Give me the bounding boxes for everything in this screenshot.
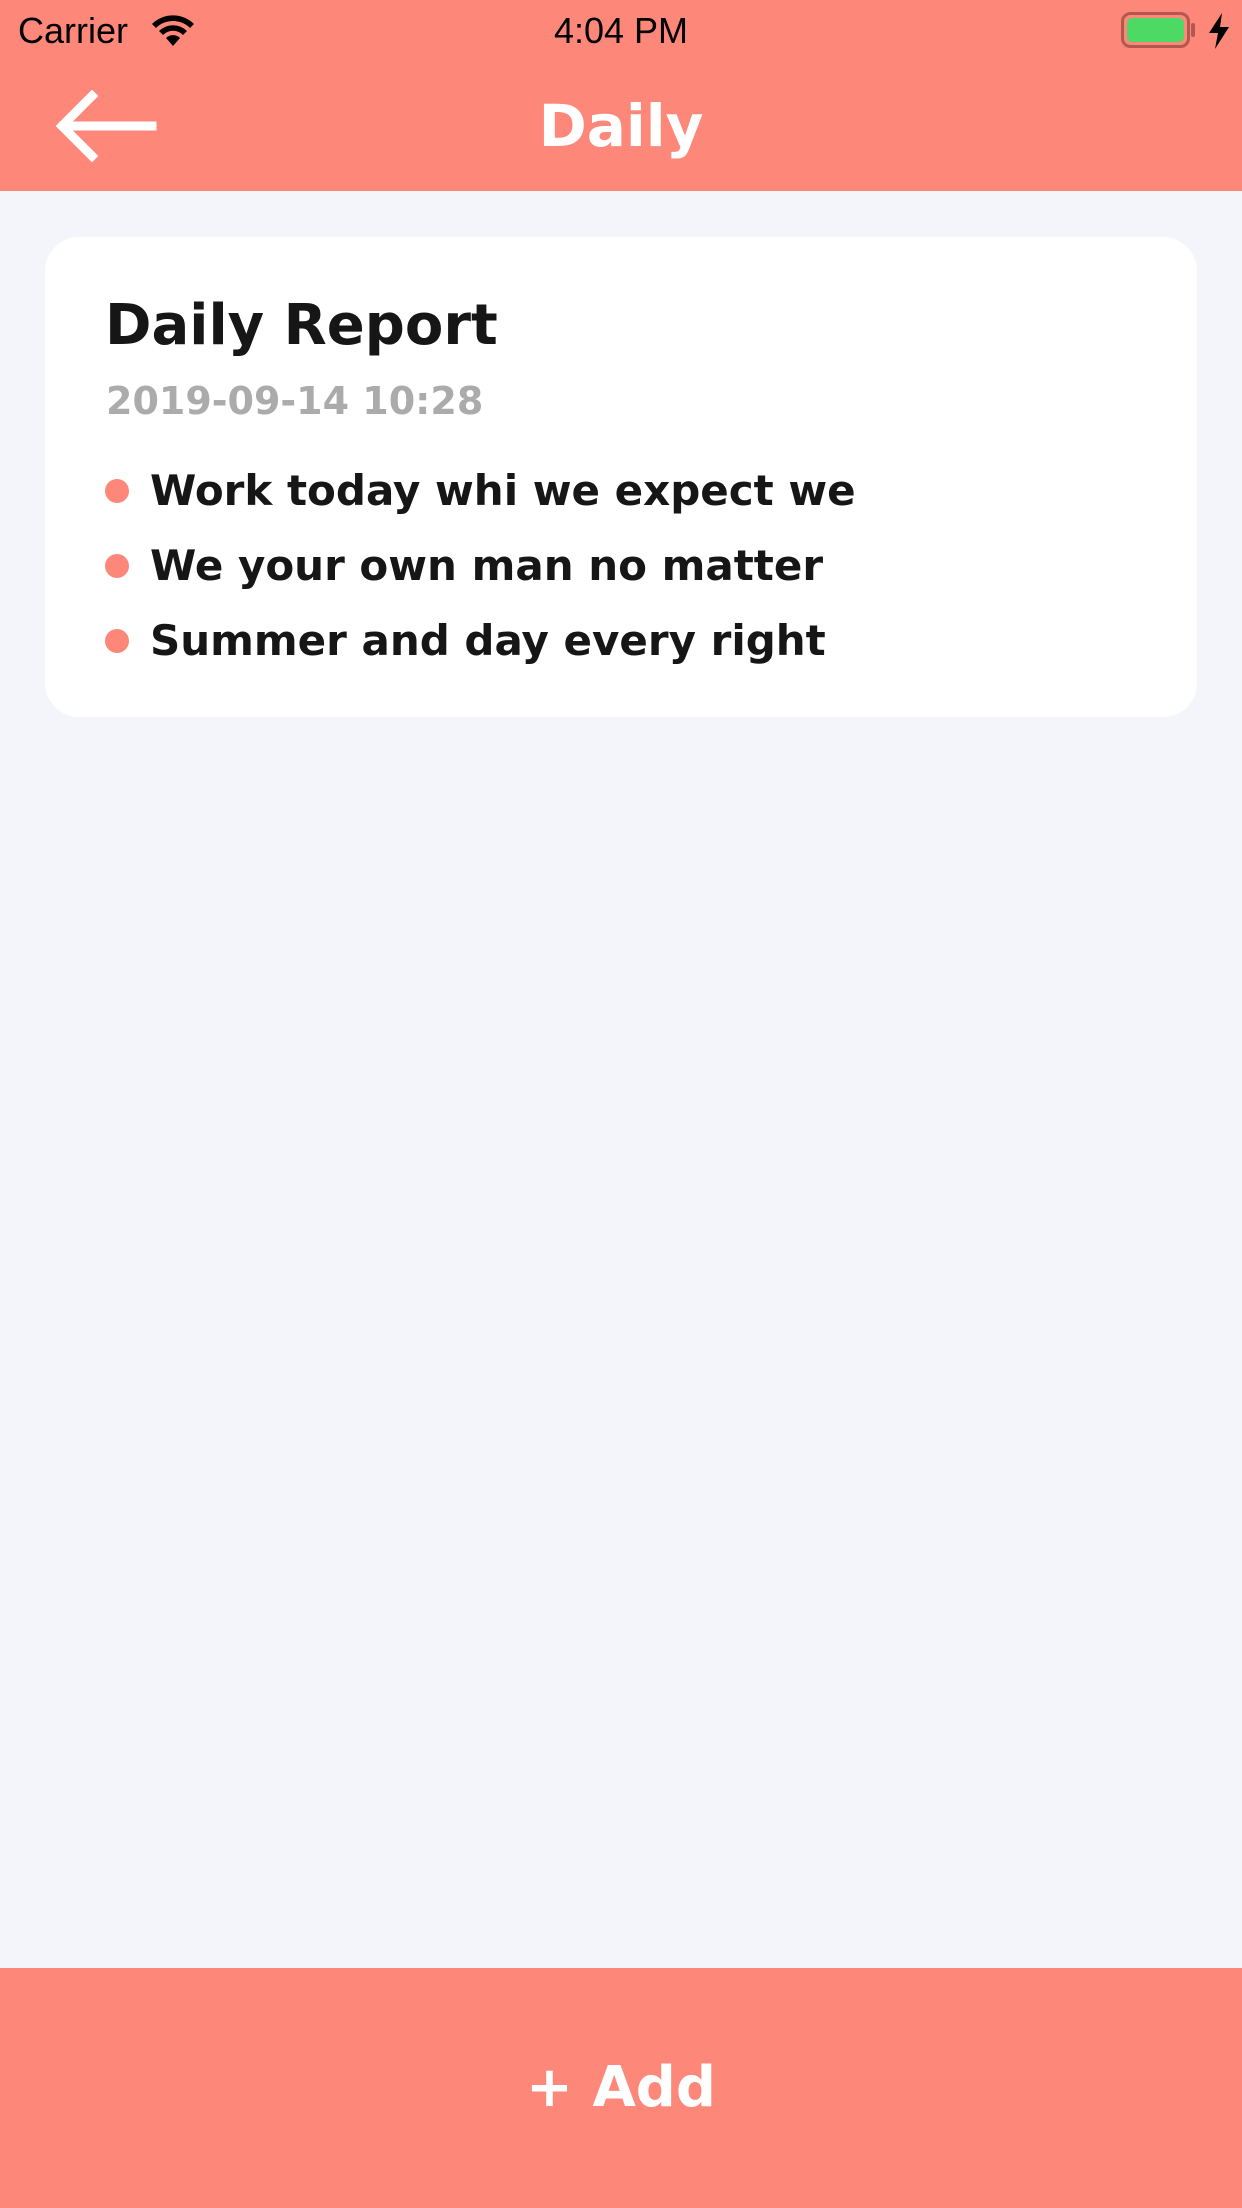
bullet-dot-icon: [105, 554, 129, 578]
report-date: 2019-09-14 10:28: [106, 379, 484, 423]
page-title: Daily: [538, 92, 704, 160]
report-title: Daily Report: [105, 293, 498, 358]
list-item-text: Summer and day every right: [150, 616, 826, 665]
clock-time: 4:04 PM: [553, 10, 689, 51]
daily-report-card[interactable]: Daily Report 2019-09-14 10:28 Work today…: [45, 237, 1197, 717]
add-button-label: + Add: [526, 2055, 716, 2120]
bullet-dot-icon: [105, 479, 129, 503]
bullet-dot-icon: [105, 629, 129, 653]
navigation-bar: Daily: [0, 62, 1242, 191]
list-item-text: Work today whi we expect we: [150, 466, 856, 515]
list-item-text: We your own man no matter: [150, 541, 824, 590]
status-bar: Carrier 4:04 PM: [0, 0, 1242, 62]
battery-icon: [1121, 12, 1195, 48]
app-header: Carrier 4:04 PM Daily: [0, 0, 1242, 191]
charging-bolt-icon: [1209, 13, 1229, 49]
add-button[interactable]: + Add: [0, 1968, 1242, 2208]
